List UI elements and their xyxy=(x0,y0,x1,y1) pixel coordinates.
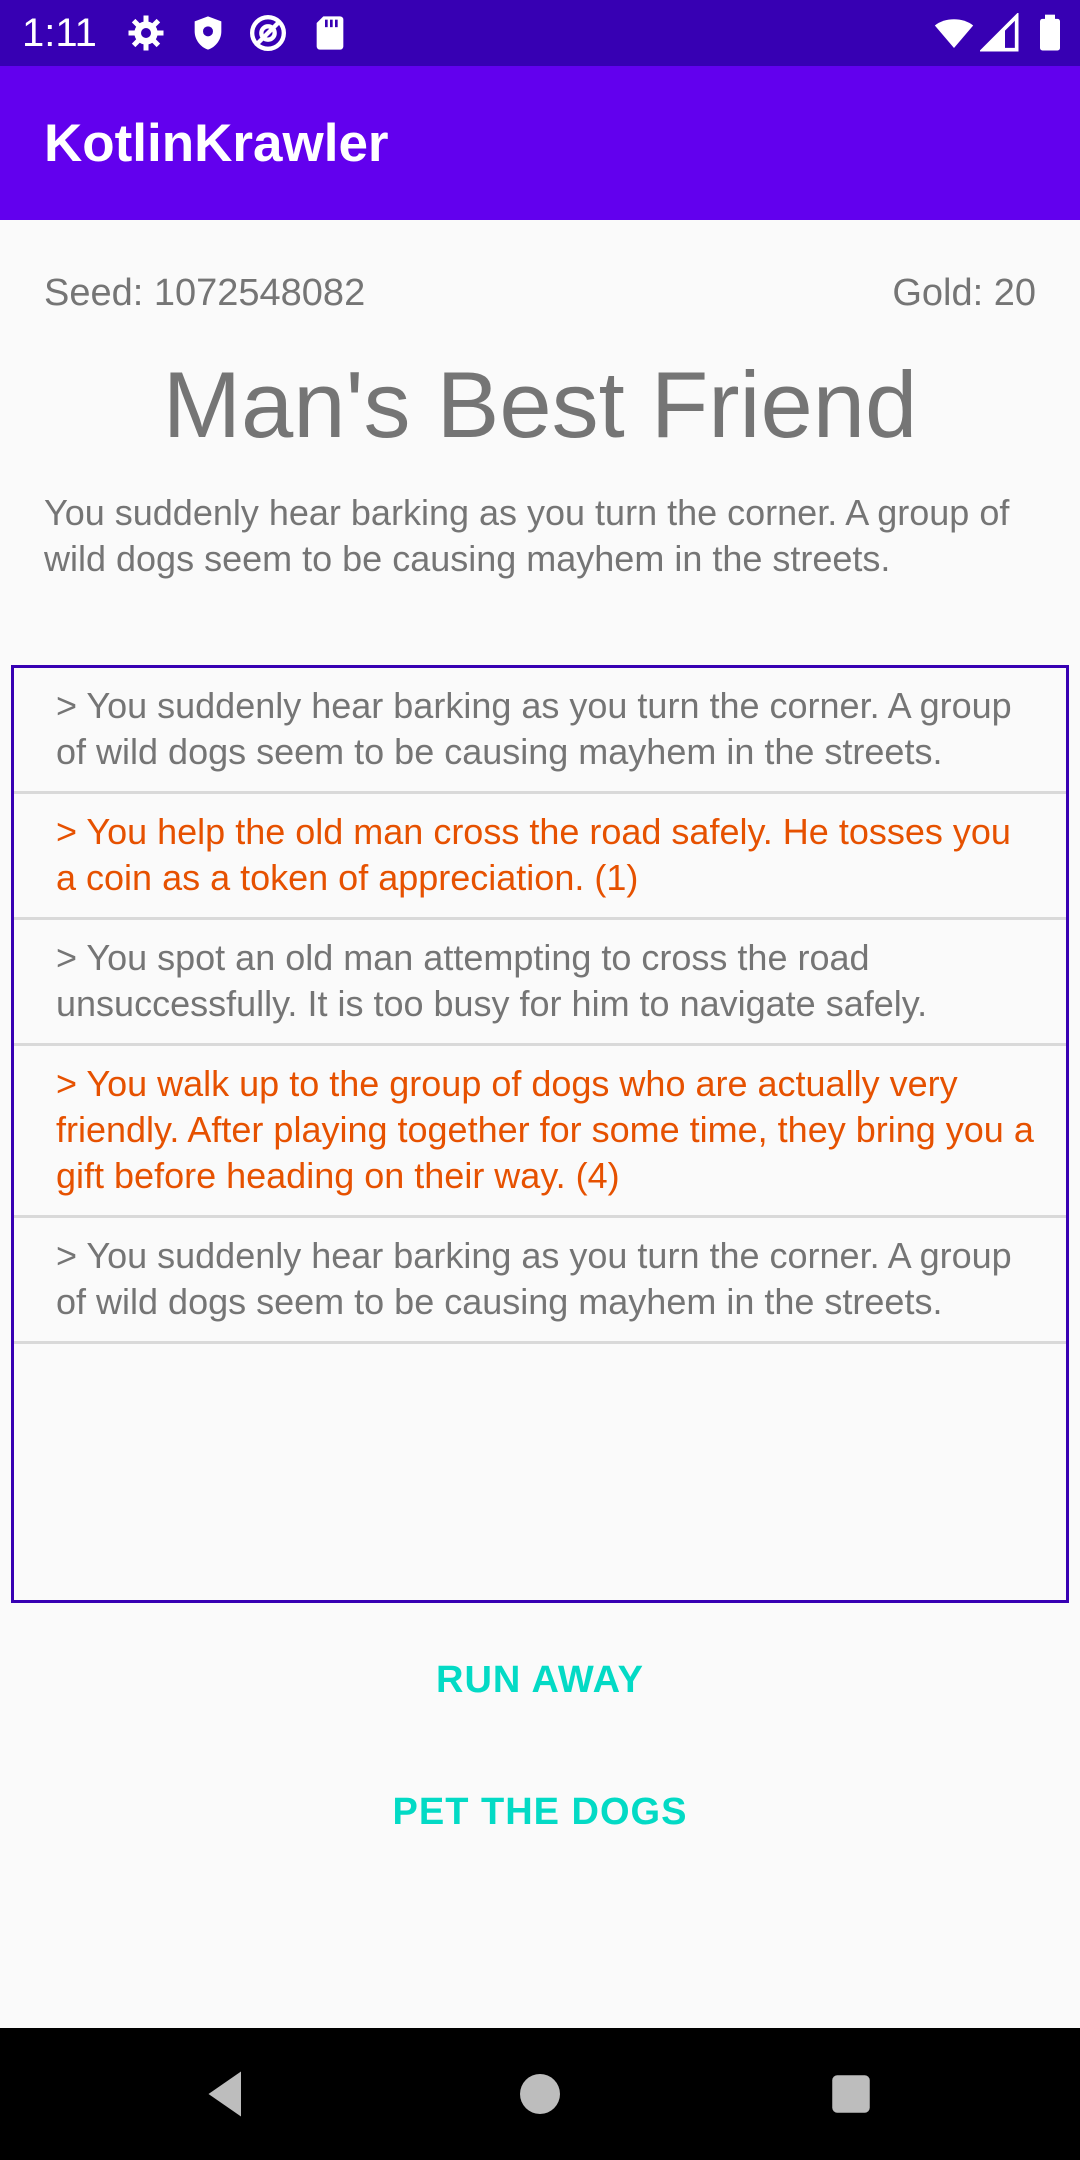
app-title: KotlinKrawler xyxy=(44,114,389,173)
event-title: Man's Best Friend xyxy=(162,352,918,457)
log-entry: > You suddenly hear barking as you turn … xyxy=(14,668,1066,794)
pet-the-dogs-button[interactable]: PET THE DOGS xyxy=(0,1789,1080,1835)
gear-icon xyxy=(128,15,164,51)
event-log[interactable]: > You suddenly hear barking as you turn … xyxy=(11,665,1069,1603)
app-bar: KotlinKrawler xyxy=(0,66,1080,220)
status-time: 1:11 xyxy=(22,11,97,55)
gold-label: Gold: 20 xyxy=(892,272,1036,314)
log-entry: > You help the old man cross the road sa… xyxy=(14,794,1066,920)
log-entry: > You spot an old man attempting to cros… xyxy=(14,920,1066,1046)
run-away-button[interactable]: RUN AWAY xyxy=(0,1657,1080,1703)
back-icon[interactable] xyxy=(196,2064,256,2124)
battery-icon xyxy=(1040,14,1060,51)
log-entry: > You walk up to the group of dogs who a… xyxy=(14,1046,1066,1218)
log-entry: > You suddenly hear barking as you turn … xyxy=(14,1218,1066,1344)
seed-label: Seed: 1072548082 xyxy=(44,272,366,314)
navigation-bar xyxy=(0,2028,1080,2160)
cell-signal-icon xyxy=(980,13,1019,52)
at-sign-icon xyxy=(250,15,286,51)
shield-icon xyxy=(194,16,222,50)
sd-card-icon xyxy=(316,16,344,50)
recents-icon[interactable] xyxy=(821,2064,881,2124)
event-description: You suddenly hear barking as you turn th… xyxy=(44,492,1010,579)
wifi-icon xyxy=(934,19,974,48)
status-bar: 1:11 xyxy=(0,0,1080,66)
home-icon[interactable] xyxy=(510,2064,570,2124)
